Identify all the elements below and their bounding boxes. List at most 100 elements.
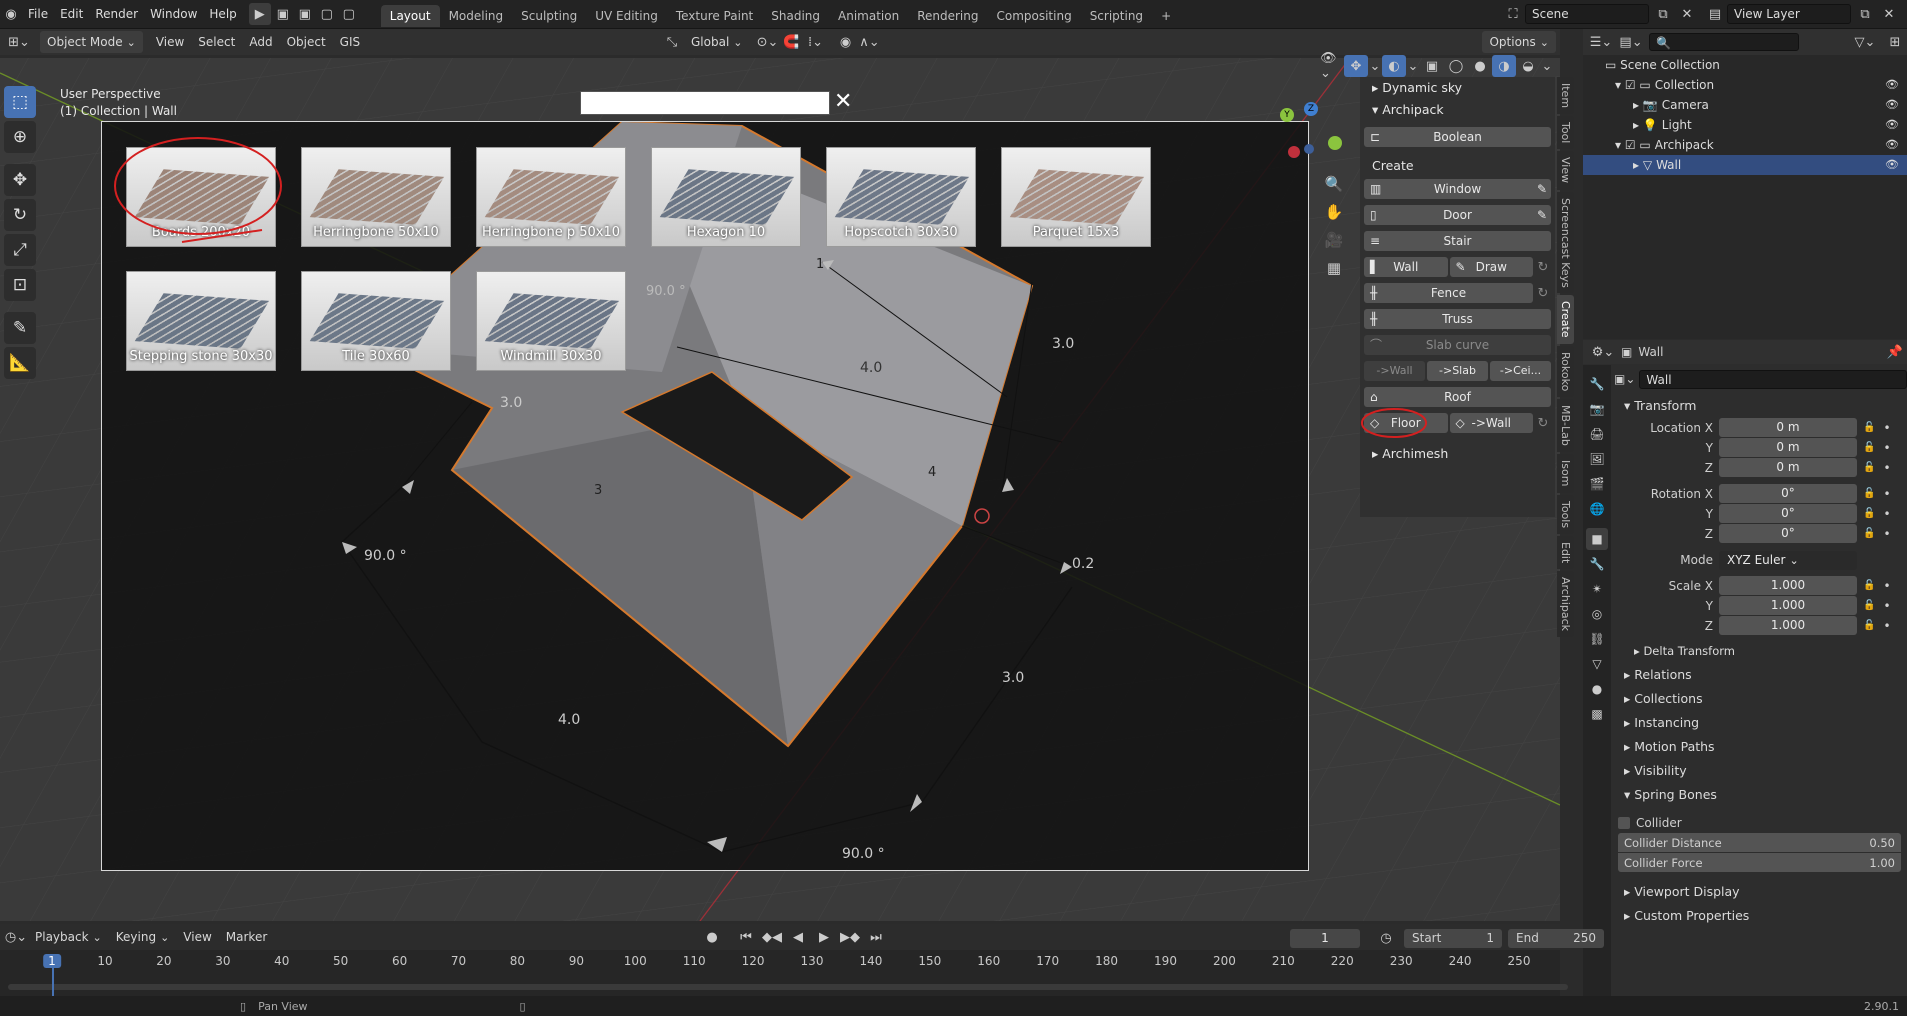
keyframe-dot-icon[interactable]: • — [1883, 421, 1890, 435]
menu-file[interactable]: File — [22, 0, 54, 28]
dynamic-sky-header[interactable]: ▸ Dynamic sky — [1360, 77, 1555, 99]
sidebar-tab-view[interactable]: View — [1557, 151, 1574, 190]
section-viewport-display[interactable]: ▸ Viewport Display — [1614, 880, 1907, 904]
tab-shading[interactable]: Shading — [762, 5, 829, 27]
collider-checkbox[interactable] — [1618, 817, 1630, 829]
outliner-item-camera[interactable]: ▸ 📷 Camera 👁 — [1583, 95, 1907, 115]
floor-refresh-icon[interactable]: ↻ — [1535, 413, 1551, 433]
material-icon[interactable]: ● — [1586, 678, 1608, 700]
tab-sculpting[interactable]: Sculpting — [512, 5, 586, 27]
blender-logo-icon[interactable]: ◉ — [0, 3, 22, 25]
lock-icon[interactable]: 🔓 — [1863, 528, 1875, 539]
sidebar-tab-create[interactable]: Create — [1557, 295, 1574, 344]
viewport-menu-gis[interactable]: GIS — [333, 31, 367, 53]
timeline-editor-icon[interactable]: ◷⌄ — [4, 926, 28, 948]
new-view-layer-icon[interactable]: ⧉ — [1853, 3, 1877, 25]
asset-thumbnail[interactable]: Parquet 15x3 — [1001, 147, 1151, 247]
gizmo-toggle-icon[interactable]: ✥ — [1344, 55, 1368, 77]
rotation-value-field[interactable]: 0° — [1719, 524, 1857, 543]
current-frame-marker[interactable]: 1 — [43, 954, 61, 968]
proportional-edit-icon[interactable]: ◉ — [834, 31, 858, 53]
menu-help[interactable]: Help — [203, 0, 242, 28]
location-value-field[interactable]: 0 m — [1719, 438, 1857, 457]
keyframe-dot-icon[interactable]: • — [1883, 507, 1890, 521]
expand-arrow-icon[interactable]: ▸ — [1633, 98, 1643, 112]
section-instancing[interactable]: ▸ Instancing — [1614, 711, 1907, 735]
lock-icon[interactable]: 🔓 — [1863, 580, 1875, 591]
outliner-item-collection[interactable]: ▾ ☑ ▭ Collection 👁 — [1583, 75, 1907, 95]
sidebar-tab-isom[interactable]: Isom — [1557, 454, 1574, 493]
truss-button[interactable]: ╫ Truss — [1364, 309, 1551, 329]
object-icon[interactable]: ■ — [1586, 528, 1608, 550]
viewport-menu-view[interactable]: View — [149, 31, 191, 53]
location-value-field[interactable]: 0 m — [1719, 458, 1857, 477]
tab-animation[interactable]: Animation — [829, 5, 908, 27]
visibility-icon[interactable]: 👁⌄ — [1320, 51, 1344, 81]
archipack-header[interactable]: ▾ Archipack — [1360, 99, 1555, 121]
gizmo-x-axis-icon[interactable] — [1328, 136, 1342, 150]
sidebar-tab-archipack[interactable]: Archipack — [1557, 570, 1574, 637]
asset-thumbnail[interactable]: Windmill 30x30 — [476, 271, 626, 371]
draw-wall-button[interactable]: ✎ Draw — [1449, 257, 1533, 277]
select-subtract-icon[interactable]: ▢ — [317, 3, 337, 25]
transform-section[interactable]: ▾ Transform — [1614, 394, 1907, 418]
new-collection-icon[interactable]: ⊞ — [1883, 31, 1907, 53]
asset-thumbnail[interactable]: Hexagon 10 — [651, 147, 801, 247]
jump-start-icon[interactable]: ⏮ — [734, 926, 758, 948]
viewport-menu-add[interactable]: Add — [242, 31, 279, 53]
shading-dropdown-icon[interactable]: ⌄ — [1540, 55, 1554, 77]
outliner-item-archipack[interactable]: ▾ ☑ ▭ Archipack 👁 — [1583, 135, 1907, 155]
zoom-icon[interactable]: 🔍 — [1322, 170, 1346, 198]
lock-icon[interactable]: 🔓 — [1863, 508, 1875, 519]
lock-icon[interactable]: 🔓 — [1863, 488, 1875, 499]
gizmo-neg-y-icon[interactable] — [1304, 144, 1314, 154]
gizmo-neg-x-icon[interactable] — [1288, 146, 1300, 158]
lock-icon[interactable]: 🔓 — [1863, 462, 1875, 473]
timeline-menu-keying[interactable]: Keying — [109, 926, 177, 948]
asset-thumbnail[interactable]: Hopscotch 30x30 — [826, 147, 976, 247]
window-edit-icon[interactable]: ✎ — [1537, 179, 1547, 199]
sidebar-tab-rokoko[interactable]: Rokoko — [1557, 345, 1574, 398]
stair-button[interactable]: ≡ Stair — [1364, 231, 1551, 251]
asset-thumbnail[interactable]: Stepping stone 30x30 — [126, 271, 276, 371]
select-tool-icon[interactable]: ⬚ — [4, 86, 36, 118]
ortho-grid-icon[interactable]: ▦ — [1322, 254, 1346, 282]
gizmo-z-axis-icon[interactable]: Z — [1304, 102, 1318, 116]
snap-icon[interactable]: 🧲 — [780, 31, 804, 53]
display-mode-icon[interactable]: ▤⌄ — [1619, 31, 1643, 53]
boolean-button[interactable]: ⊏ Boolean — [1364, 127, 1551, 147]
menu-render[interactable]: Render — [89, 0, 144, 28]
viewport-menu-object[interactable]: Object — [280, 31, 333, 53]
window-button[interactable]: ▥ Window ✎ — [1364, 179, 1551, 199]
add-workspace-icon[interactable]: + — [1152, 5, 1180, 27]
checkbox-icon[interactable]: ☑ — [1625, 78, 1640, 92]
sidebar-tab-screencast-keys[interactable]: Screencast Keys — [1557, 191, 1574, 294]
outliner-item-light[interactable]: ▸ 💡 Light 👁 — [1583, 115, 1907, 135]
record-icon[interactable]: ● — [700, 926, 724, 948]
keyframe-dot-icon[interactable]: • — [1883, 527, 1890, 541]
3d-viewport[interactable]: 1 90.0 ° 3.0 4.0 3.0 3 4 90.0 ° 0.2 3.0 … — [0, 58, 1560, 921]
timeline-menu-playback[interactable]: Playback — [28, 926, 109, 948]
door-button[interactable]: ▯ Door ✎ — [1364, 205, 1551, 225]
timeline-ruler[interactable] — [0, 950, 1560, 972]
keyframe-dot-icon[interactable]: • — [1883, 441, 1890, 455]
view-layer-field[interactable]: View Layer — [1727, 4, 1851, 24]
asset-thumbnail[interactable]: Herringbone p 50x10 — [476, 147, 626, 247]
gizmo-dropdown-icon[interactable]: ⌄ — [1368, 55, 1382, 77]
snap-target-icon[interactable]: ⁞⌄ — [804, 31, 828, 53]
sidebar-tab-item[interactable]: Item — [1557, 77, 1574, 115]
end-frame-field[interactable]: End 250 — [1508, 928, 1604, 948]
current-frame-field[interactable]: 1 — [1290, 928, 1360, 948]
sidebar-tab-edit[interactable]: Edit — [1557, 535, 1574, 569]
door-edit-icon[interactable]: ✎ — [1537, 205, 1547, 225]
scene-icon[interactable]: ⛶ — [1501, 3, 1525, 25]
play-icon[interactable]: ▶ — [812, 926, 836, 948]
tab-compositing[interactable]: Compositing — [987, 5, 1080, 27]
menu-edit[interactable]: Edit — [54, 0, 89, 28]
checkbox-icon[interactable]: ☑ — [1625, 138, 1640, 152]
keyframe-dot-icon[interactable]: • — [1883, 619, 1890, 633]
sidebar-tab-tools[interactable]: Tools — [1557, 494, 1574, 534]
tab-uv-editing[interactable]: UV Editing — [586, 5, 667, 27]
start-frame-field[interactable]: Start 1 — [1404, 928, 1502, 948]
scale-value-field[interactable]: 1.000 — [1719, 576, 1857, 595]
